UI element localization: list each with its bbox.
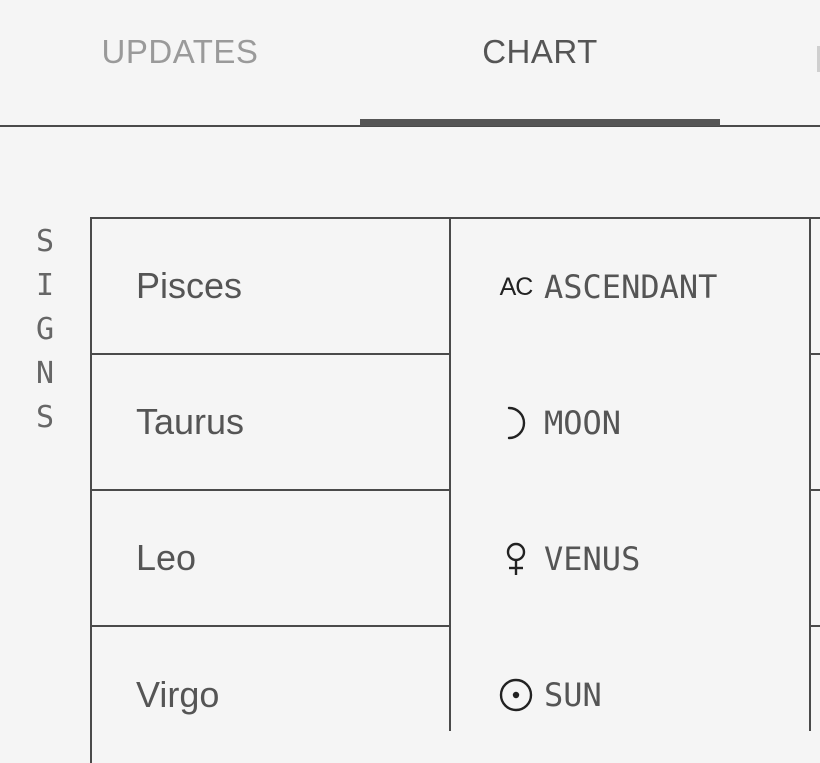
sign-label: Leo (136, 537, 197, 578)
tab-bar: UPDATES CHART (0, 0, 820, 127)
venus-icon (498, 541, 534, 577)
placement-label: MOON (544, 404, 622, 442)
tab-chart[interactable]: CHART (360, 0, 720, 125)
tab-chart-label: CHART (482, 33, 598, 70)
sign-cell-leo[interactable]: Leo (92, 491, 451, 627)
moon-icon (498, 405, 534, 441)
sign-cell-taurus[interactable]: Taurus (92, 355, 451, 491)
placement-label: SUN (544, 676, 602, 714)
placement-label: ASCENDANT (544, 268, 718, 306)
next-column-divider (809, 625, 820, 627)
sun-icon (498, 677, 534, 713)
sign-label: Pisces (136, 265, 243, 306)
signs-vertical-label: S I G N S (30, 220, 60, 440)
vertical-letter: N (35, 356, 55, 391)
placement-row-sun[interactable]: SUN (451, 627, 809, 763)
vertical-letter: S (35, 224, 55, 259)
sign-label: Taurus (136, 401, 245, 442)
placement-label: VENUS (544, 540, 641, 578)
sign-label: Virgo (136, 674, 220, 715)
sign-cell-virgo[interactable]: Virgo (92, 627, 451, 763)
placement-row-moon[interactable]: MOON (451, 355, 809, 491)
tab-updates[interactable]: UPDATES (0, 0, 360, 125)
vertical-letter: I (35, 268, 55, 303)
next-column-edge (809, 217, 820, 731)
ascendant-icon: AC (499, 272, 534, 301)
tab-updates-label: UPDATES (101, 33, 259, 70)
next-column-divider (809, 489, 820, 491)
placement-row-ascendant[interactable]: AC ASCENDANT (451, 219, 809, 355)
sign-cell-pisces[interactable]: Pisces (92, 219, 451, 355)
signs-column: Pisces Taurus Leo Virgo (90, 217, 451, 763)
vertical-letter: G (35, 312, 55, 347)
next-column-divider (809, 353, 820, 355)
active-tab-indicator (360, 119, 720, 126)
chart-grid: Pisces Taurus Leo Virgo AC ASCENDANT MOO… (90, 217, 820, 763)
placements-column: AC ASCENDANT MOON VENUS SUN (449, 217, 811, 731)
placement-row-venus[interactable]: VENUS (451, 491, 809, 627)
vertical-letter: S (35, 400, 55, 435)
